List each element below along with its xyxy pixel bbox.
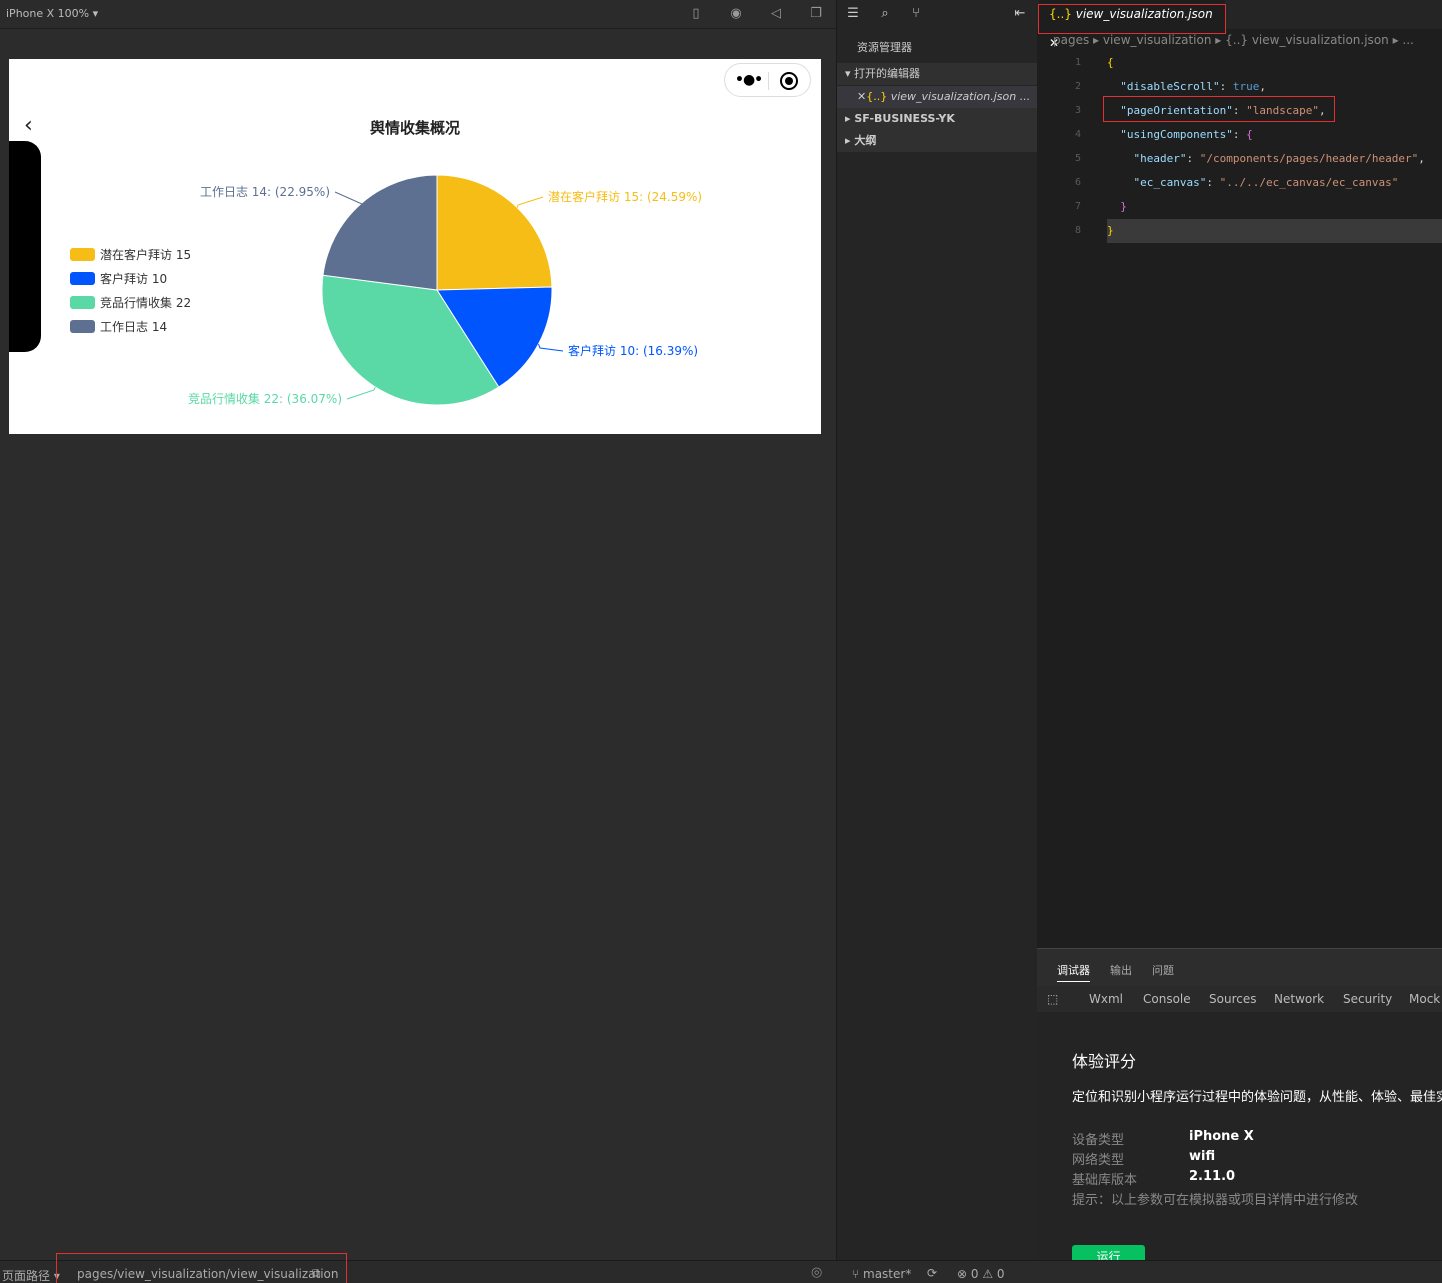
sync-icon[interactable]: ⟳ (927, 1266, 937, 1280)
section-project[interactable]: ▸ SF-BUSINESS-YK (837, 108, 1037, 130)
page-path-label[interactable]: 页面路径 ▾ (2, 1267, 60, 1283)
code-line[interactable]: 7 } (1037, 195, 1442, 219)
section-open-editors[interactable]: ▾ 打开的编辑器 (837, 63, 1037, 85)
tab-problems[interactable]: 问题 (1152, 962, 1174, 978)
audit-panel: 体验评分 定位和识别小程序运行过程中的体验问题，从性能、体验、最佳实 设备类型 … (1037, 1012, 1442, 1269)
tab-network[interactable]: Network (1274, 992, 1324, 1006)
pie-slice[interactable] (436, 174, 553, 291)
line-number: 2 (1074, 81, 1081, 92)
section-outline[interactable]: ▸ 大纲 (837, 130, 1037, 152)
line-number: 6 (1074, 177, 1081, 188)
code-text: } (1107, 224, 1114, 237)
line-number: 7 (1074, 201, 1081, 212)
git-branch-icon[interactable]: ⑂ (909, 6, 923, 21)
line-number: 5 (1074, 153, 1081, 164)
inspect-icon[interactable]: ⬚ (1047, 992, 1058, 1006)
git-branch[interactable]: ⑂ master* (852, 1267, 911, 1281)
list-icon[interactable]: ☰ (846, 6, 860, 21)
tab-output[interactable]: 输出 (1110, 962, 1132, 978)
section-label: SF-BUSINESS-YK (854, 112, 955, 125)
close-icon[interactable]: ✕ (857, 90, 866, 103)
highlight-box (1103, 96, 1335, 122)
code-line[interactable]: 5 "header": "/components/pages/header/he… (1037, 147, 1442, 171)
code-editor[interactable]: {..} view_visualization.json ✕ pages ▸ v… (1037, 0, 1442, 948)
score-title: 体验评分 (1072, 1052, 1137, 1071)
line-number: 8 (1074, 225, 1081, 236)
devtools-tabs: ⬚ Wxml Console Sources Network Security … (1037, 986, 1442, 1012)
branch-label: master* (863, 1267, 912, 1281)
json-icon: {..} (866, 90, 888, 103)
code-text: "header": "/components/pages/header/head… (1133, 152, 1425, 165)
network-type-label: 网络类型 (1072, 1153, 1125, 1168)
section-label: 大纲 (854, 134, 877, 147)
label-line (538, 343, 564, 352)
slice-label: 竞品行情收集 22: (36.07%) (188, 391, 342, 406)
eye-icon[interactable]: ◎ (811, 1265, 822, 1280)
tab-sources[interactable]: Sources (1209, 992, 1256, 1006)
tab-debugger[interactable]: 调试器 (1057, 962, 1090, 982)
code-text: "usingComponents": { (1120, 128, 1253, 141)
code-text: } (1107, 200, 1127, 213)
lib-version-value: 2.11.0 (1189, 1169, 1236, 1184)
device-type-label: 设备类型 (1072, 1133, 1125, 1148)
label-line (334, 191, 363, 205)
debugger-panel: 调试器 输出 问题 ⬚ Wxml Console Sources Network… (1037, 948, 1442, 1269)
tab-mock[interactable]: Mock (1409, 992, 1440, 1006)
line-number: 3 (1074, 105, 1081, 116)
slice-label: 工作日志 14: (22.95%) (200, 185, 330, 199)
code-text: "ec_canvas": "../../ec_canvas/ec_canvas" (1133, 176, 1399, 189)
search-icon[interactable]: ⌕ (878, 6, 892, 21)
tab-security[interactable]: Security (1343, 992, 1392, 1006)
pie-slice[interactable] (322, 174, 438, 291)
explorer-panel: ☰ ⌕ ⑂ ⇤ 资源管理器 ▾ 打开的编辑器 ✕{..} view_visual… (837, 0, 1037, 1260)
code-line[interactable]: 4 "usingComponents": { (1037, 123, 1442, 147)
open-file-label: view_visualization.json ... (890, 90, 1031, 103)
highlight-box (56, 1253, 347, 1283)
code-line[interactable]: 1{ (1037, 51, 1442, 75)
label-line (346, 386, 376, 400)
tip-text: 提示：以上参数可在模拟器或项目详情中进行修改 (1072, 1193, 1359, 1208)
slice-label: 潜在客户拜访 15: (24.59%) (548, 189, 702, 204)
network-type-value: wifi (1189, 1149, 1216, 1164)
tab-wxml[interactable]: Wxml (1089, 992, 1123, 1006)
code-line[interactable]: 6 "ec_canvas": "../../ec_canvas/ec_canva… (1037, 171, 1442, 195)
lib-version-label: 基础库版本 (1072, 1173, 1138, 1188)
label-line (516, 196, 544, 208)
section-label: 打开的编辑器 (854, 67, 921, 80)
collapse-panel-icon[interactable]: ⇤ (1013, 6, 1027, 21)
slice-label: 客户拜访 10: (16.39%) (568, 343, 698, 358)
tab-console[interactable]: Console (1143, 992, 1191, 1006)
code-text: { (1107, 56, 1114, 69)
line-number: 4 (1074, 129, 1081, 140)
git-branch-icon: ⑂ (852, 1267, 864, 1281)
pie-chart: 潜在客户拜访 15: (24.59%) 客户拜访 10: (16.39%) 竞品行情… (188, 174, 702, 406)
breadcrumb[interactable]: pages ▸ view_visualization ▸ {..} view_v… (1053, 33, 1414, 47)
open-file-item[interactable]: ✕{..} view_visualization.json ... (837, 86, 1037, 108)
device-type-value: iPhone X (1189, 1129, 1254, 1144)
explorer-toolbar: ☰ ⌕ ⑂ ⇤ (837, 0, 1037, 29)
highlight-box (1038, 4, 1226, 34)
code-line[interactable]: 8} (1037, 219, 1442, 243)
explorer-title: 资源管理器 (857, 41, 912, 54)
line-number: 1 (1074, 57, 1081, 68)
score-description: 定位和识别小程序运行过程中的体验问题，从性能、体验、最佳实 (1072, 1090, 1442, 1105)
problems-count[interactable]: ⊗ 0 ⚠ 0 (957, 1267, 1005, 1281)
